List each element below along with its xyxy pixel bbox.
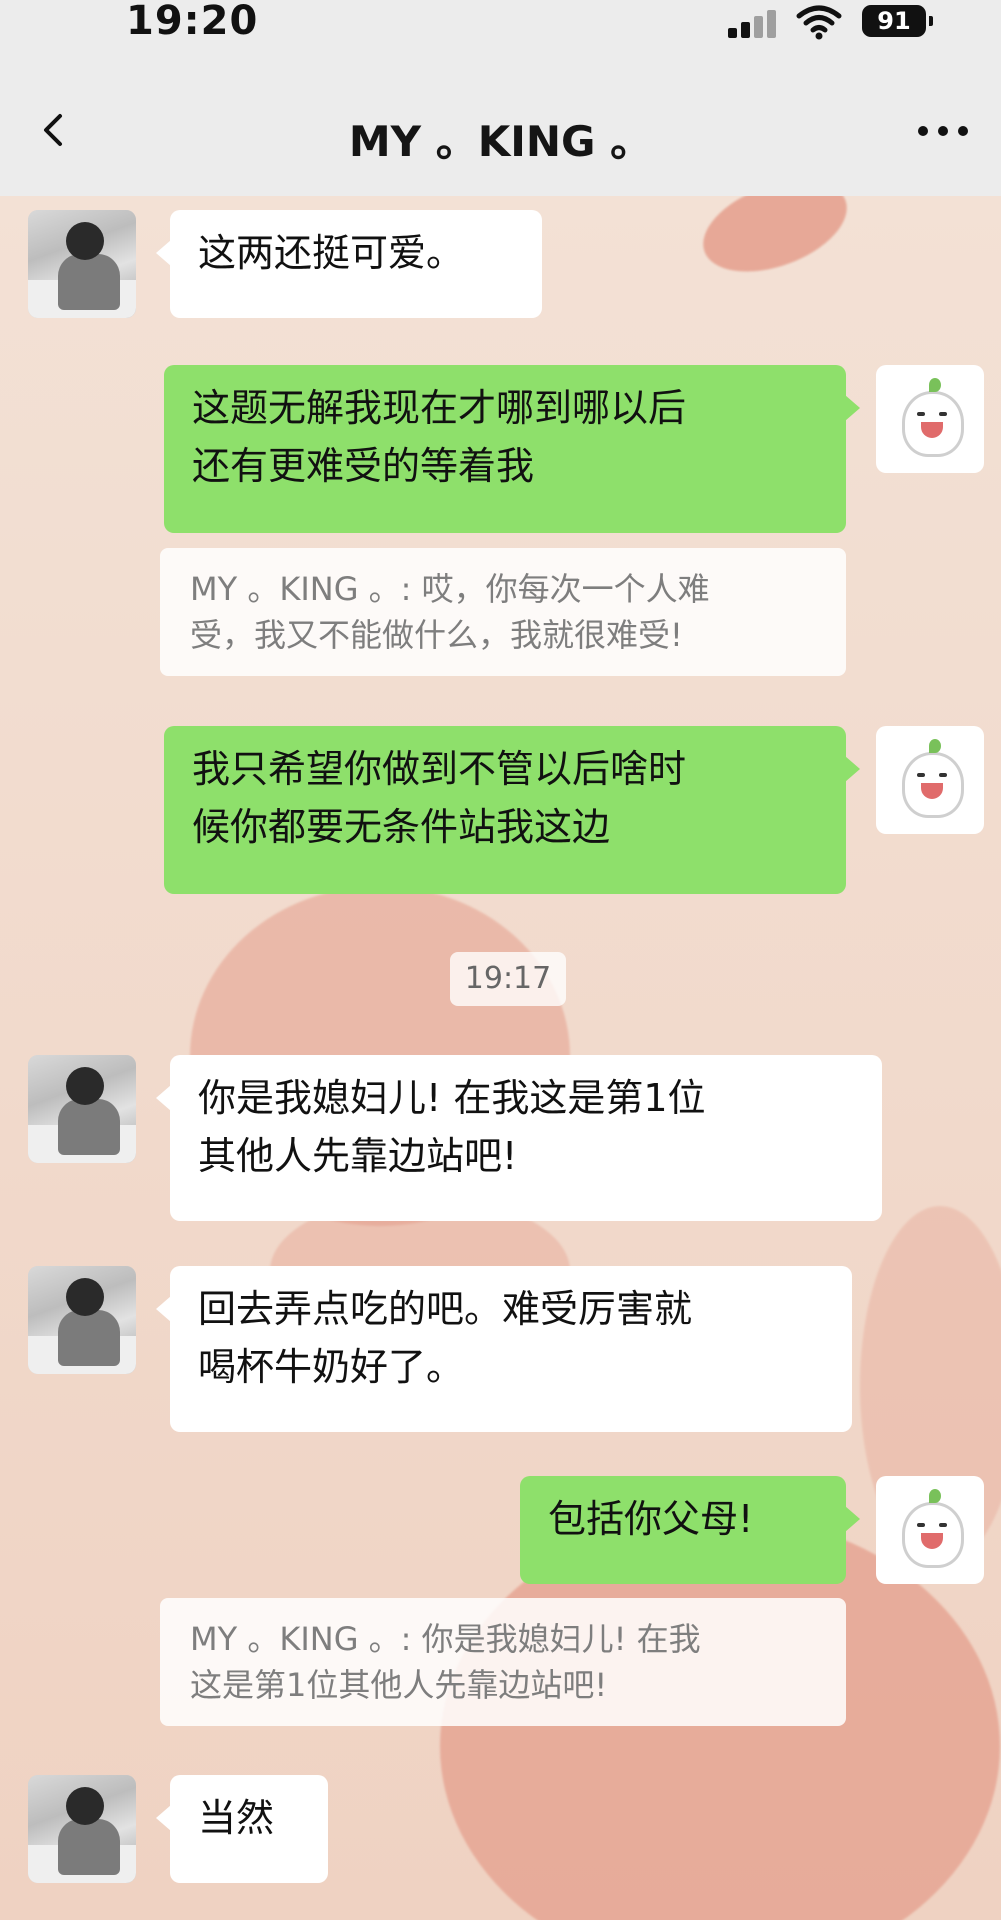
quote-line: MY 。KING 。: 你是我媳妇儿! 在我 <box>190 1620 701 1658</box>
incoming-message[interactable]: 这两还挺可爱。 <box>156 210 542 318</box>
contact-avatar[interactable] <box>28 1266 136 1374</box>
cellular-signal-icon <box>728 10 780 38</box>
message-line: 这题无解我现在才哪到哪以后 <box>192 386 687 430</box>
quoted-reply[interactable]: MY 。KING 。: 哎，你每次一个人难 受，我又不能做什么，我就很难受! <box>160 548 846 676</box>
status-bar: 19:20 91 <box>0 0 1001 60</box>
contact-avatar[interactable] <box>28 1055 136 1163</box>
incoming-message[interactable]: 你是我媳妇儿! 在我这是第1位 其他人先靠边站吧! <box>156 1055 882 1221</box>
message-line: 回去弄点吃的吧。难受厉害就 <box>198 1287 693 1331</box>
message-text: 这两还挺可爱。 <box>198 231 465 275</box>
outgoing-message[interactable]: 包括你父母! <box>520 1476 860 1584</box>
wifi-icon <box>796 5 842 40</box>
battery-level: 91 <box>877 7 911 35</box>
my-avatar[interactable] <box>876 365 984 473</box>
more-horizontal-icon[interactable] <box>918 126 968 138</box>
message-text: 包括你父母! <box>548 1497 754 1541</box>
message-line: 喝杯牛奶好了。 <box>198 1345 465 1389</box>
message-line: 你是我媳妇儿! 在我这是第1位 <box>198 1076 706 1120</box>
my-avatar[interactable] <box>876 726 984 834</box>
message-timestamp: 19:17 <box>450 952 566 1006</box>
outgoing-message[interactable]: 这题无解我现在才哪到哪以后 还有更难受的等着我 <box>164 365 860 533</box>
message-line: 候你都要无条件站我这边 <box>192 805 611 849</box>
incoming-message[interactable]: 回去弄点吃的吧。难受厉害就 喝杯牛奶好了。 <box>156 1266 852 1432</box>
message-line: 其他人先靠边站吧! <box>198 1134 518 1178</box>
battery-icon: 91 <box>862 5 933 37</box>
message-line: 还有更难受的等着我 <box>192 444 535 488</box>
quote-line: MY 。KING 。: 哎，你每次一个人难 <box>190 570 710 608</box>
quote-line: 这是第1位其他人先靠边站吧! <box>190 1666 608 1704</box>
message-line: 我只希望你做到不管以后啥时 <box>192 747 687 791</box>
quoted-reply[interactable]: MY 。KING 。: 你是我媳妇儿! 在我 这是第1位其他人先靠边站吧! <box>160 1598 846 1726</box>
quote-line: 受，我又不能做什么，我就很难受! <box>190 616 683 654</box>
message-text: 当然 <box>198 1796 275 1840</box>
contact-avatar[interactable] <box>28 210 136 318</box>
incoming-message[interactable]: 当然 <box>156 1775 328 1883</box>
background-petal <box>690 196 860 290</box>
contact-avatar[interactable] <box>28 1775 136 1883</box>
my-avatar[interactable] <box>876 1476 984 1584</box>
status-time: 19:20 <box>126 0 259 44</box>
chat-header: MY 。KING 。 <box>0 60 1001 196</box>
chat-title: MY 。KING 。 <box>348 117 653 166</box>
outgoing-message[interactable]: 我只希望你做到不管以后啥时 候你都要无条件站我这边 <box>164 726 860 894</box>
